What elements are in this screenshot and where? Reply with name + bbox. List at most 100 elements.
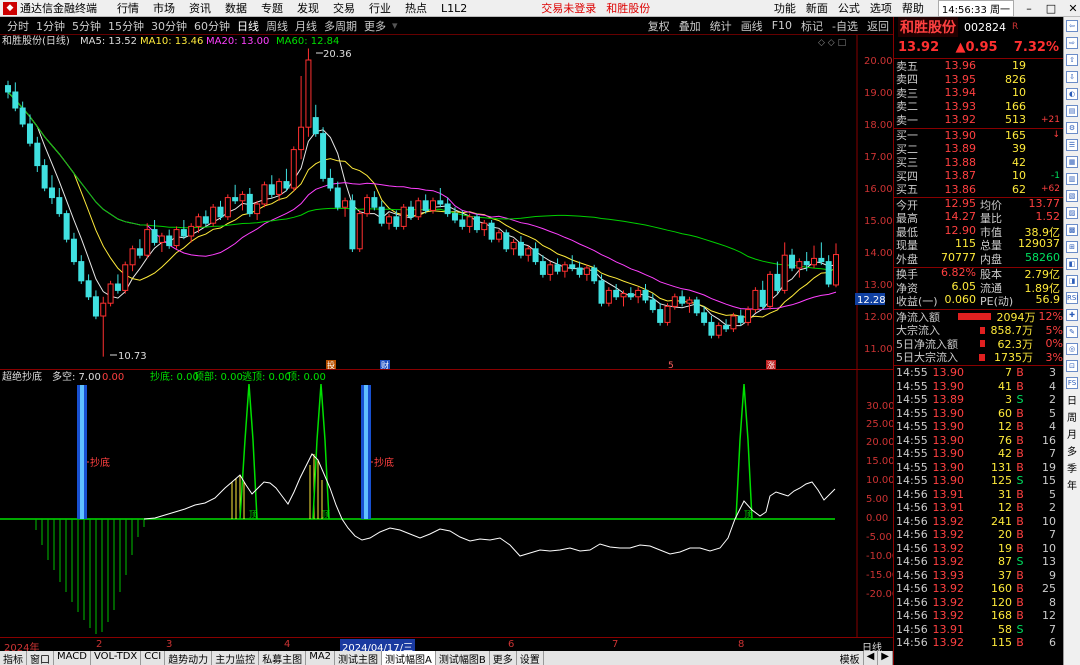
sidebar-tool-6[interactable]: ⚙	[1064, 119, 1080, 136]
tab-trend[interactable]: 趋势动力	[165, 651, 213, 665]
period-5min[interactable]: 5分钟	[72, 18, 101, 34]
menu-function[interactable]: 功能	[774, 0, 796, 16]
sidebar-tool-18[interactable]: ✎	[1064, 323, 1080, 340]
menu-industry[interactable]: 行业	[369, 0, 391, 16]
sidebar-tool-11[interactable]: ▨	[1064, 204, 1080, 221]
indicator-chart[interactable]: 超绝抄底 多空: 7.00 0.00 抄底: 0.00 顶部: 0.00 逃顶:…	[0, 369, 898, 638]
tab-macd[interactable]: MACD	[54, 651, 91, 665]
period-30min[interactable]: 30分钟	[151, 18, 187, 34]
sidebar-tool-8[interactable]: ▦	[1064, 153, 1080, 170]
sidebar-tool-10[interactable]: ▧	[1064, 187, 1080, 204]
bid-level[interactable]: 买一 13.90 165 ↓	[894, 129, 1063, 142]
bid-level[interactable]: 买三 13.88 42	[894, 156, 1063, 169]
sidebar-tool-7[interactable]: ☰	[1064, 136, 1080, 153]
chart-collapse-icon[interactable]: ◇ ◇ □	[818, 38, 846, 48]
sidebar-tool-0[interactable]: ⇦	[1064, 17, 1080, 34]
tool-fuquan[interactable]: 复权	[648, 18, 670, 34]
tab-main-monitor[interactable]: 主力监控	[212, 651, 260, 665]
sidebar-tool-2[interactable]: ⇧	[1064, 51, 1080, 68]
sidebar-tool-1[interactable]: ⇨	[1064, 34, 1080, 51]
tab-vol-tdx[interactable]: VOL-TDX	[91, 651, 142, 665]
sidebar-tool-21[interactable]: FS	[1064, 374, 1080, 391]
bid-level[interactable]: 买五 13.86 62 +62	[894, 183, 1063, 196]
menu-options[interactable]: 选项	[870, 0, 892, 16]
tab-private-fund[interactable]: 私募主图	[259, 651, 307, 665]
sidebar-tool-15[interactable]: ◨	[1064, 272, 1080, 289]
sidebar-tool-12[interactable]: ▩	[1064, 221, 1080, 238]
menu-discover[interactable]: 发现	[297, 0, 319, 16]
menu-l1l2[interactable]: L1L2	[441, 2, 467, 15]
tool-stats[interactable]: 统计	[710, 18, 732, 34]
ask-level[interactable]: 卖二 13.93 166	[894, 100, 1063, 113]
sidebar-tool-27[interactable]: 年	[1064, 476, 1080, 493]
sidebar-tool-14[interactable]: ◧	[1064, 255, 1080, 272]
tool-f10[interactable]: F10	[772, 19, 792, 32]
minimize-icon[interactable]: –	[1022, 2, 1036, 15]
maximize-icon[interactable]: □	[1044, 2, 1058, 15]
tool-mark[interactable]: 标记	[801, 18, 823, 34]
tab-test-b[interactable]: 测试幅图B	[436, 651, 490, 665]
tool-overlay[interactable]: 叠加	[679, 18, 701, 34]
template-button[interactable]: 模板	[837, 651, 864, 665]
period-1min[interactable]: 1分钟	[36, 18, 65, 34]
tab-settings[interactable]: 设置	[517, 651, 544, 665]
sidebar-tool-16[interactable]: RSI	[1064, 289, 1080, 306]
sidebar-tool-22[interactable]: 日	[1064, 391, 1080, 408]
sidebar-tool-4[interactable]: ◐	[1064, 85, 1080, 102]
menu-market[interactable]: 行情	[117, 0, 139, 16]
sidebar-tool-9[interactable]: ▥	[1064, 170, 1080, 187]
bid-level[interactable]: 买四 13.87 10 -1	[894, 169, 1063, 182]
sidebar-tool-19[interactable]: ◎	[1064, 340, 1080, 357]
tab-cci[interactable]: CCI	[141, 651, 166, 665]
ask-level[interactable]: 卖三 13.94 10	[894, 86, 1063, 99]
close-icon[interactable]: ✕	[1066, 2, 1080, 15]
bid-level[interactable]: 买二 13.89 39	[894, 142, 1063, 155]
tab-test-a[interactable]: 测试幅图A	[382, 651, 436, 665]
menu-data[interactable]: 数据	[225, 0, 247, 16]
sidebar-tool-3[interactable]: ⇩	[1064, 68, 1080, 85]
stock-name-link[interactable]: 和胜股份	[606, 0, 650, 16]
tool-watchlist[interactable]: -自选	[832, 18, 858, 34]
ask-level[interactable]: 卖四 13.95 826	[894, 73, 1063, 86]
ask-level[interactable]: 卖五 13.96 19	[894, 59, 1063, 72]
more-arrow-icon[interactable]: ▾	[392, 19, 398, 32]
sidebar-tool-25[interactable]: 多	[1064, 442, 1080, 459]
tab-ma2[interactable]: MA2	[306, 651, 336, 665]
menu-hotspot[interactable]: 热点	[405, 0, 427, 16]
kline-svg[interactable]: 和胜股份(日线) MA5: 13.52 MA10: 13.46 MA20: 13…	[0, 34, 893, 371]
period-more[interactable]: 更多	[364, 18, 386, 34]
scroll-right-icon[interactable]: ▶	[878, 651, 893, 665]
sidebar-tool-23[interactable]: 周	[1064, 408, 1080, 425]
tab-more[interactable]: 更多	[490, 651, 517, 665]
sidebar-tool-17[interactable]: ✚	[1064, 306, 1080, 323]
period-weekly[interactable]: 周线	[266, 18, 288, 34]
menu-trade[interactable]: 交易	[333, 0, 355, 16]
trade-login-link[interactable]: 交易未登录	[541, 0, 596, 16]
ask-level[interactable]: 卖一 13.92 513 +21	[894, 113, 1063, 126]
tick-list[interactable]: 14:55 13.90 7 B 3 14:55 13.90 41 B 4 14:55 13.89 3 S 2…	[894, 366, 1063, 650]
kline-chart[interactable]: 和胜股份(日线) MA5: 13.52 MA10: 13.46 MA20: 13…	[0, 34, 893, 371]
sidebar-tool-24[interactable]: 月	[1064, 425, 1080, 442]
sidebar-tool-26[interactable]: 季	[1064, 459, 1080, 476]
menu-news[interactable]: 资讯	[189, 0, 211, 16]
menu-help[interactable]: 帮助	[902, 0, 924, 16]
period-multi[interactable]: 多周期	[324, 18, 357, 34]
sidebar-tool-13[interactable]: ⊞	[1064, 238, 1080, 255]
sidebar-tool-5[interactable]: ▤	[1064, 102, 1080, 119]
tool-back[interactable]: 返回	[867, 18, 889, 34]
menu-topics[interactable]: 专题	[261, 0, 283, 16]
menu-new-face[interactable]: 新面	[806, 0, 828, 16]
scroll-left-icon[interactable]: ◀	[864, 651, 879, 665]
menu-formula[interactable]: 公式	[838, 0, 860, 16]
indicator-svg[interactable]: 超绝抄底 多空: 7.00 0.00 抄底: 0.00 顶部: 0.00 逃顶:…	[0, 370, 898, 638]
tab-indicator[interactable]: 指标	[0, 651, 27, 665]
period-daily[interactable]: 日线	[237, 18, 259, 34]
menu-shichang[interactable]: 市场	[153, 0, 175, 16]
period-60min[interactable]: 60分钟	[194, 18, 230, 34]
sidebar-tool-20[interactable]: ⊡	[1064, 357, 1080, 374]
tab-test-main[interactable]: 测试主图	[335, 651, 383, 665]
period-monthly[interactable]: 月线	[295, 18, 317, 34]
tab-window[interactable]: 窗口	[27, 651, 54, 665]
period-intraday[interactable]: 分时	[7, 18, 29, 34]
tool-draw[interactable]: 画线	[741, 18, 763, 34]
